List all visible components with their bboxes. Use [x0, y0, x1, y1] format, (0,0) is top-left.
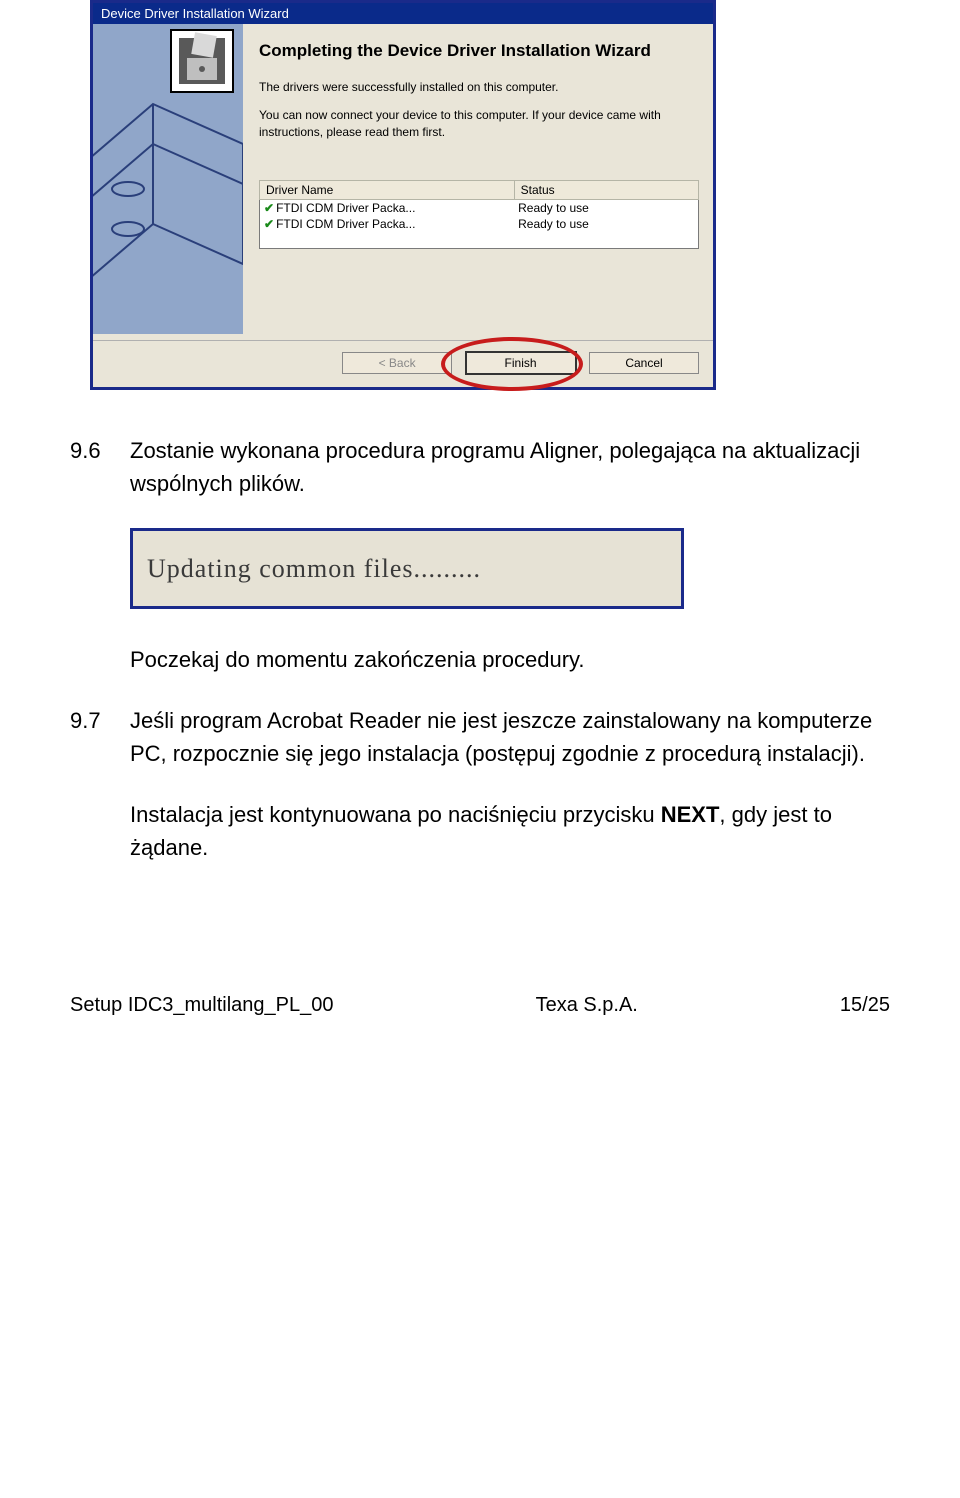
wizard-text-2: You can now connect your device to this … [259, 107, 699, 139]
updating-common-files-box: Updating common files......... [130, 528, 684, 609]
driver-status-cell: Ready to use [514, 216, 698, 232]
driver-wizard-window: Device Driver Installation Wizard [90, 0, 716, 390]
back-button[interactable]: < Back [342, 352, 452, 374]
check-icon: ✔ [264, 217, 276, 231]
check-icon: ✔ [264, 201, 276, 215]
window-title: Device Driver Installation Wizard [93, 3, 713, 24]
wait-text: Poczekaj do momentu zakończenia procedur… [130, 643, 890, 676]
driver-table: Driver Name Status ✔FTDI CDM Driver Pack… [259, 180, 699, 249]
section-number-96: 9.6 [70, 434, 130, 500]
page-footer: Setup IDC3_multilang_PL_00 Texa S.p.A. 1… [70, 994, 890, 1017]
continuation-text: Instalacja jest kontynuowana po naciśnię… [130, 798, 890, 864]
wizard-footer: < Back Finish Cancel [93, 341, 713, 387]
footer-right: 15/25 [840, 994, 890, 1017]
wizard-heading: Completing the Device Driver Installatio… [259, 40, 699, 61]
section-text-97: Jeśli program Acrobat Reader nie jest je… [130, 704, 890, 770]
driver-name-cell: FTDI CDM Driver Packa... [276, 201, 415, 215]
finish-button[interactable]: Finish [465, 351, 577, 375]
table-row: ✔FTDI CDM Driver Packa... Ready to use [260, 216, 699, 232]
col-status: Status [514, 180, 698, 199]
cancel-button[interactable]: Cancel [589, 352, 699, 374]
driver-status-cell: Ready to use [514, 199, 698, 216]
col-driver-name: Driver Name [260, 180, 515, 199]
driver-name-cell: FTDI CDM Driver Packa... [276, 217, 415, 231]
wizard-sidebar-graphic [93, 24, 243, 334]
next-keyword: NEXT [661, 802, 720, 827]
table-row: ✔FTDI CDM Driver Packa... Ready to use [260, 199, 699, 216]
footer-mid: Texa S.p.A. [536, 994, 638, 1017]
footer-left: Setup IDC3_multilang_PL_00 [70, 994, 334, 1017]
section-number-97: 9.7 [70, 704, 130, 770]
section-text-96: Zostanie wykonana procedura programu Ali… [130, 434, 890, 500]
wizard-text-1: The drivers were successfully installed … [259, 79, 699, 95]
